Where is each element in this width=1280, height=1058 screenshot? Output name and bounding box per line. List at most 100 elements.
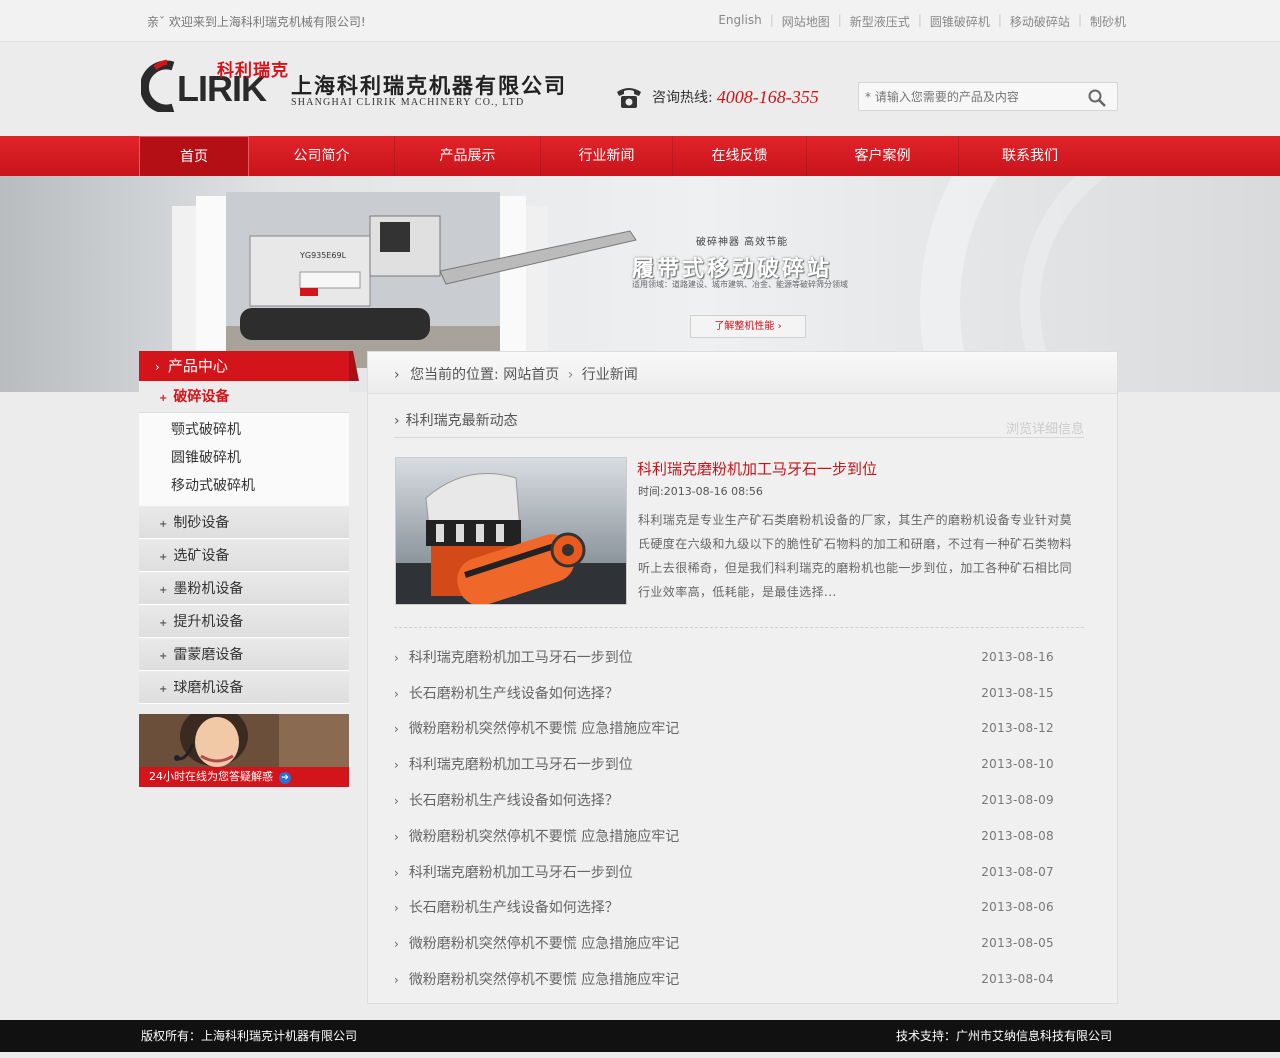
featured-title[interactable]: 科利瑞克磨粉机加工马牙石一步到位 bbox=[637, 458, 877, 479]
main-nav: 首页 公司简介 产品展示 行业新闻 在线反馈 客户案例 联系我们 bbox=[0, 136, 1280, 176]
sidebar-sub-list: 颚式破碎机 圆锥破碎机 移动式破碎机 bbox=[139, 413, 349, 506]
sidebar-category-raymond[interactable]: + 雷蒙磨设备 bbox=[139, 639, 349, 671]
sidebar-category-powder[interactable]: + 墨粉机设备 bbox=[139, 573, 349, 605]
news-date: 2013-08-06 bbox=[981, 900, 1054, 915]
news-row[interactable]: › 科利瑞克磨粉机加工马牙石一步到位 2013-08-16 bbox=[394, 639, 1084, 675]
hotline-number: 4008-168-355 bbox=[716, 86, 819, 107]
featured-image[interactable] bbox=[395, 457, 627, 605]
top-link-cone-crusher[interactable]: 圆锥破碎机 bbox=[930, 13, 990, 30]
news-date: 2013-08-04 bbox=[981, 972, 1054, 987]
divider bbox=[394, 627, 1084, 628]
news-title: 长石磨粉机生产线设备如何选择？ bbox=[408, 793, 619, 810]
breadcrumb-home[interactable]: 网站首页 bbox=[503, 367, 559, 383]
plus-icon: + bbox=[159, 552, 168, 563]
breadcrumb-prefix: 您当前的位置: bbox=[410, 367, 499, 383]
sidebar-title-tab bbox=[349, 351, 359, 381]
online-service-banner[interactable]: 24小时在线为您答疑解惑 ➔ bbox=[139, 714, 349, 787]
sidebar-sub-jaw-crusher[interactable]: 颚式破碎机 bbox=[139, 416, 349, 444]
chevron-right-icon: › bbox=[394, 794, 399, 809]
news-title: 科利瑞克磨粉机加工马牙石一步到位 bbox=[408, 864, 633, 881]
news-date: 2013-08-07 bbox=[981, 864, 1054, 879]
nav-contact[interactable]: 联系我们 bbox=[959, 136, 1101, 176]
chevron-right-icon: › bbox=[394, 829, 399, 844]
sidebar-sub-cone-crusher[interactable]: 圆锥破碎机 bbox=[139, 444, 349, 472]
banner-subtitle: 适用领域：道路建设、城市建筑、冶金、能源等破碎筛分领域 bbox=[632, 280, 848, 289]
news-title: 科利瑞克磨粉机加工马牙石一步到位 bbox=[408, 757, 633, 774]
sidebar-sub-mobile-crusher[interactable]: 移动式破碎机 bbox=[139, 472, 349, 500]
nav-industry-news[interactable]: 行业新闻 bbox=[541, 136, 673, 176]
plus-icon: + bbox=[159, 651, 168, 662]
sidebar-category-sand[interactable]: + 制砂设备 bbox=[139, 507, 349, 539]
chevron-right-icon: › bbox=[394, 865, 399, 880]
chevron-right-icon: › bbox=[567, 367, 574, 383]
nav-home[interactable]: 首页 bbox=[139, 136, 249, 176]
hotline-label: 咨询热线: bbox=[652, 90, 713, 106]
chevron-right-icon: › bbox=[394, 901, 399, 916]
banner-slogan: 破碎神器 高效节能 bbox=[696, 237, 789, 248]
sidebar-category-crusher[interactable]: + 破碎设备 bbox=[139, 381, 349, 413]
chevron-right-icon: › bbox=[155, 360, 160, 374]
news-date: 2013-08-15 bbox=[981, 685, 1054, 700]
sidebar-category-beneficiation[interactable]: + 选矿设备 bbox=[139, 540, 349, 572]
news-row[interactable]: › 科利瑞克磨粉机加工马牙石一步到位 2013-08-07 bbox=[394, 854, 1084, 890]
nav-cases[interactable]: 客户案例 bbox=[807, 136, 959, 176]
search-input[interactable] bbox=[865, 87, 1075, 107]
news-title: 微粉磨粉机突然停机不要慌 应急措施应牢记 bbox=[408, 972, 680, 989]
section-title: 科利瑞克最新动态 bbox=[405, 413, 518, 429]
plus-icon: + bbox=[159, 393, 168, 404]
search-icon[interactable] bbox=[1087, 88, 1107, 108]
divider: | bbox=[769, 13, 774, 27]
banner-learn-more-button[interactable]: 了解整机性能 › bbox=[690, 315, 806, 338]
news-row[interactable]: › 微粉磨粉机突然停机不要慌 应急措施应牢记 2013-08-12 bbox=[394, 711, 1084, 747]
nav-about[interactable]: 公司简介 bbox=[249, 136, 395, 176]
top-link-mobile-crusher[interactable]: 移动破碎站 bbox=[1010, 13, 1070, 30]
news-date: 2013-08-12 bbox=[981, 721, 1054, 736]
company-logo[interactable]: LIRIK 科利瑞克 上海科利瑞克机器有限公司 SHANGHAI CLIRIK … bbox=[141, 56, 581, 112]
news-title: 长石磨粉机生产线设备如何选择？ bbox=[408, 685, 619, 702]
divider: | bbox=[1077, 13, 1082, 27]
logo-company-cn: 上海科利瑞克机器有限公司 bbox=[291, 74, 567, 98]
divider: | bbox=[837, 13, 842, 27]
section-more-link[interactable]: 浏览详细信息 bbox=[1006, 418, 1084, 437]
divider: | bbox=[917, 13, 922, 27]
sidebar-category-elevator[interactable]: + 提升机设备 bbox=[139, 606, 349, 638]
news-title: 微粉磨粉机突然停机不要慌 应急措施应牢记 bbox=[408, 828, 680, 845]
divider: | bbox=[997, 13, 1002, 27]
news-row[interactable]: › 长石磨粉机生产线设备如何选择？ 2013-08-09 bbox=[394, 782, 1084, 818]
chevron-right-icon: › bbox=[394, 367, 400, 383]
hotline: 咨询热线: 4008-168-355 bbox=[614, 84, 819, 110]
news-row[interactable]: › 长石磨粉机生产线设备如何选择？ 2013-08-06 bbox=[394, 890, 1084, 926]
plus-icon: + bbox=[159, 585, 168, 596]
top-link-sand-maker[interactable]: 制砂机 bbox=[1090, 13, 1126, 30]
sidebar-title: › 产品中心 bbox=[139, 351, 359, 381]
nav-feedback[interactable]: 在线反馈 bbox=[673, 136, 807, 176]
sidebar-category-ball-mill[interactable]: + 球磨机设备 bbox=[139, 672, 349, 704]
top-link-english[interactable]: English bbox=[718, 13, 761, 30]
chevron-right-icon: › bbox=[394, 973, 399, 988]
search-box bbox=[858, 82, 1118, 111]
featured-summary: 科利瑞克是专业生产矿石类磨粉机设备的厂家，其生产的磨粉机设备专业针对莫氏硬度在六… bbox=[638, 513, 1073, 599]
logo-brand-cn: 科利瑞克 bbox=[217, 61, 289, 81]
mill-machine-image bbox=[396, 458, 626, 604]
news-row[interactable]: › 长石磨粉机生产线设备如何选择？ 2013-08-15 bbox=[394, 675, 1084, 711]
news-row[interactable]: › 微粉磨粉机突然停机不要慌 应急措施应牢记 2013-08-08 bbox=[394, 818, 1084, 854]
top-links: English | 网站地图 | 新型液压式 | 圆锥破碎机 | 移动破碎站 | 制砂机 bbox=[718, 13, 1126, 30]
top-link-sitemap[interactable]: 网站地图 bbox=[782, 13, 830, 30]
news-date: 2013-08-16 bbox=[981, 649, 1054, 664]
plus-icon: + bbox=[159, 684, 168, 695]
news-title: 微粉磨粉机突然停机不要慌 应急措施应牢记 bbox=[408, 936, 680, 953]
chevron-right-icon: › bbox=[394, 937, 399, 952]
service-caption[interactable]: 24小时在线为您答疑解惑 ➔ bbox=[139, 767, 349, 787]
footer-support[interactable]: 技术支持：广州市艾纳信息科技有限公司 bbox=[896, 1027, 1112, 1044]
news-date: 2013-08-10 bbox=[981, 757, 1054, 772]
phone-icon bbox=[617, 88, 641, 108]
news-row[interactable]: › 科利瑞克磨粉机加工马牙石一步到位 2013-08-10 bbox=[394, 746, 1084, 782]
banner-machine-label: YG935E69L bbox=[299, 251, 347, 260]
news-row[interactable]: › 微粉磨粉机突然停机不要慌 应急措施应牢记 2013-08-05 bbox=[394, 925, 1084, 961]
breadcrumb-current[interactable]: 行业新闻 bbox=[582, 367, 638, 383]
news-row[interactable]: › 微粉磨粉机突然停机不要慌 应急措施应牢记 2013-08-04 bbox=[394, 961, 1084, 997]
top-link-hydraulic[interactable]: 新型液压式 bbox=[850, 13, 910, 30]
plus-icon: + bbox=[159, 519, 168, 530]
news-date: 2013-08-08 bbox=[981, 828, 1054, 843]
nav-products[interactable]: 产品展示 bbox=[395, 136, 541, 176]
